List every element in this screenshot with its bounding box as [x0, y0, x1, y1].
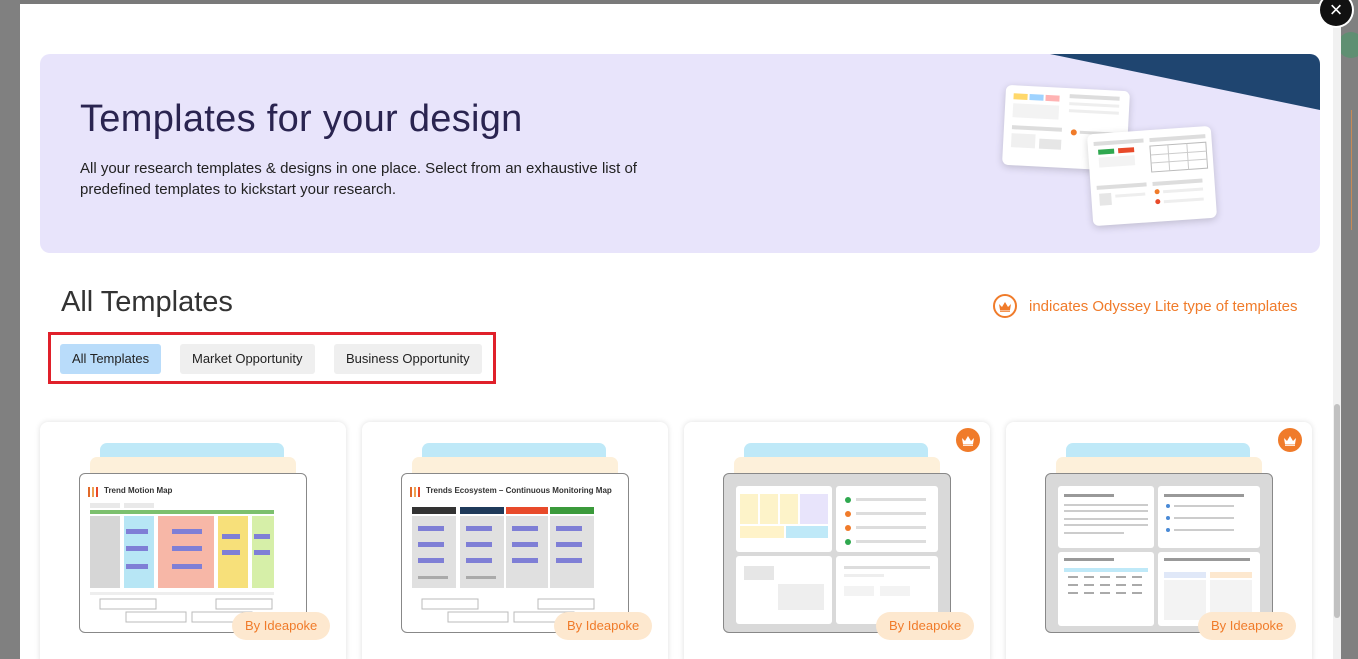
crown-icon: [993, 294, 1017, 318]
preview-diagram: [736, 486, 938, 624]
template-card[interactable]: Trend Motion Map By Ideapoke: [40, 422, 346, 659]
preview-diagram: [412, 507, 595, 623]
background-panel-edge: [1351, 110, 1358, 230]
lite-legend-text: indicates Odyssey Lite type of templates: [1029, 297, 1298, 315]
background-avatar: [1338, 32, 1358, 58]
filter-all-templates[interactable]: All Templates: [60, 344, 162, 374]
lite-legend: indicates Odyssey Lite type of templates: [993, 294, 1297, 318]
filter-market-opportunity[interactable]: Market Opportunity: [180, 344, 315, 374]
author-badge: By Ideapoke: [554, 612, 653, 640]
hero-banner: Templates for your design All your resea…: [40, 54, 1320, 253]
crown-icon: [956, 428, 980, 452]
lite-crown-badge: [1278, 428, 1302, 452]
template-card[interactable]: Trends Ecosystem – Continuous Monitoring…: [362, 422, 668, 659]
template-preview: [1045, 473, 1273, 633]
hero-title: Templates for your design: [80, 98, 523, 140]
author-badge: By Ideapoke: [232, 612, 331, 640]
close-icon: ×: [1329, 0, 1343, 22]
template-card[interactable]: By Ideapoke: [684, 422, 990, 659]
hero-description: All your research templates & designs in…: [80, 160, 637, 198]
preview-diagram: [1058, 486, 1260, 626]
author-badge: By Ideapoke: [1198, 612, 1297, 640]
card-tab-decoration: [1066, 443, 1250, 457]
backdrop-right: [1340, 0, 1358, 659]
section-title: All Templates: [61, 286, 233, 318]
template-preview: [723, 473, 951, 633]
templates-modal: Templates for your design All your resea…: [20, 4, 1341, 659]
preview-diagram: [90, 503, 274, 623]
template-preview: Trend Motion Map: [79, 473, 307, 633]
backdrop-left: [0, 0, 20, 659]
crown-icon: [1278, 428, 1302, 452]
modal-scrollbar-thumb[interactable]: [1334, 404, 1340, 618]
template-preview: Trends Ecosystem – Continuous Monitoring…: [401, 473, 629, 633]
card-tab-decoration: [744, 443, 928, 457]
author-badge: By Ideapoke: [876, 612, 975, 640]
card-tab-decoration: [100, 443, 284, 457]
template-card[interactable]: By Ideapoke: [1006, 422, 1312, 659]
card-tab-decoration: [422, 443, 606, 457]
lite-crown-badge: [956, 428, 980, 452]
illustration-sheet: [1086, 125, 1218, 227]
filter-business-opportunity[interactable]: Business Opportunity: [334, 344, 482, 374]
